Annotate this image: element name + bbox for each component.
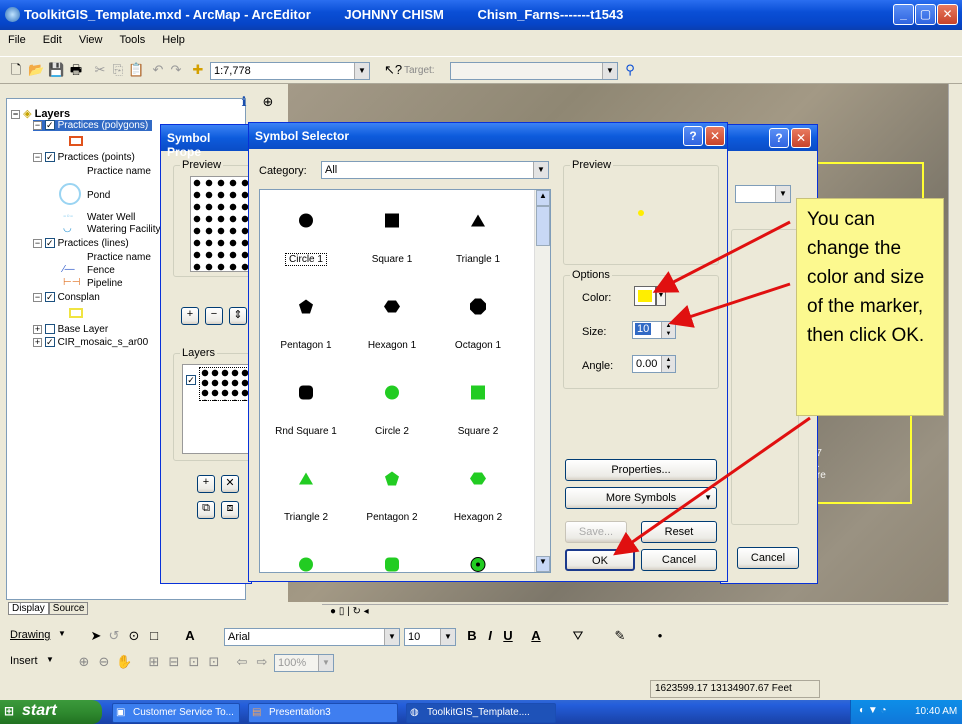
coordinate-readout: 1623599.17 13134907.67 Feet [650, 680, 820, 698]
pan-page-icon[interactable]: ✋ [116, 654, 132, 670]
start-button[interactable]: ⊞ start [0, 700, 102, 724]
text-tool-icon[interactable]: A [182, 628, 198, 644]
font-combo[interactable]: Arial ▼ [224, 628, 400, 646]
drawing-menu[interactable]: Drawing [10, 629, 50, 641]
font-size-value: 10 [408, 631, 421, 643]
arrow-to-color [652, 220, 791, 293]
arrow-to-ok [613, 416, 811, 556]
task-toolkitgis[interactable]: ◍ ToolkitGIS_Template.... [406, 703, 556, 723]
back-extent-icon[interactable]: ⇦ [234, 654, 250, 670]
zoom-combo[interactable]: 100% ▼ [274, 654, 334, 672]
fill-color-icon[interactable]: ⛛ [570, 628, 586, 644]
chevron-down-icon[interactable]: ▼ [440, 629, 455, 645]
rotate-icon[interactable]: ↺ [106, 628, 122, 644]
zoom-whole-page-icon[interactable]: ⊙ [126, 628, 142, 644]
task-label: Presentation3 [269, 707, 331, 718]
zoom-out-page-icon[interactable]: ⊖ [96, 654, 112, 670]
task-presentation3[interactable]: ▤ Presentation3 [248, 703, 398, 723]
zoom-value: 100% [278, 657, 307, 669]
font-value: Arial [228, 631, 251, 643]
task-label: Customer Service To... [133, 707, 234, 718]
task-customer-service[interactable]: ▣ Customer Service To... [112, 703, 240, 723]
marker-color-icon[interactable]: • [652, 628, 668, 644]
zoom-100-icon[interactable]: ⊡ [206, 654, 222, 670]
chevron-down-icon[interactable]: ▼ [318, 655, 333, 671]
powerpoint-icon: ▤ [252, 707, 262, 718]
font-size-combo[interactable]: 10 ▼ [404, 628, 456, 646]
line-color-icon[interactable]: ✎ [612, 628, 628, 644]
arrow-to-size [668, 282, 791, 328]
underline-icon[interactable]: U [500, 628, 516, 644]
tray-icons[interactable]: ◐ ▼ ◔ [859, 705, 887, 716]
chevron-down-icon[interactable]: ▼ [384, 629, 399, 645]
drawing-toolbar: Drawing ▼ ➤ ↺ ⊙ □ A Arial ▼ 10 ▼ B I U A… [0, 624, 962, 648]
select-pointer-icon[interactable]: ➤ [88, 628, 104, 644]
font-color-icon[interactable]: A [528, 628, 544, 644]
italic-icon[interactable]: I [482, 628, 498, 644]
chevron-down-icon[interactable]: ▼ [46, 655, 54, 664]
fixed-zoom-out-icon[interactable]: ⊟ [166, 654, 182, 670]
annotation-arrows [613, 220, 811, 556]
insert-toolbar: Insert ▼ ⊕ ⊖ ✋ ⊞ ⊟ ⊡ ⊡ ⇦ ⇨ 100% ▼ [0, 650, 962, 674]
chevron-down-icon[interactable]: ▼ [58, 629, 66, 638]
clock: 10:40 AM [915, 706, 958, 717]
full-extent-icon[interactable]: ⊡ [186, 654, 202, 670]
system-tray: ◐ ▼ ◔ 10:40 AM [850, 700, 962, 724]
insert-menu[interactable]: Insert [10, 655, 38, 667]
rectangle-icon[interactable]: □ [146, 628, 162, 644]
bold-icon[interactable]: B [464, 628, 480, 644]
task-label: ToolkitGIS_Template.... [427, 707, 530, 718]
zoom-in-page-icon[interactable]: ⊕ [76, 654, 92, 670]
forward-extent-icon[interactable]: ⇨ [254, 654, 270, 670]
arcmap-icon: ◍ [410, 707, 419, 718]
fixed-zoom-in-icon[interactable]: ⊞ [146, 654, 162, 670]
status-bar: 1623599.17 13134907.67 Feet [0, 680, 962, 698]
start-label: start [22, 702, 57, 719]
app-icon: ▣ [116, 707, 126, 718]
windows-logo-icon: ⊞ [4, 704, 15, 718]
